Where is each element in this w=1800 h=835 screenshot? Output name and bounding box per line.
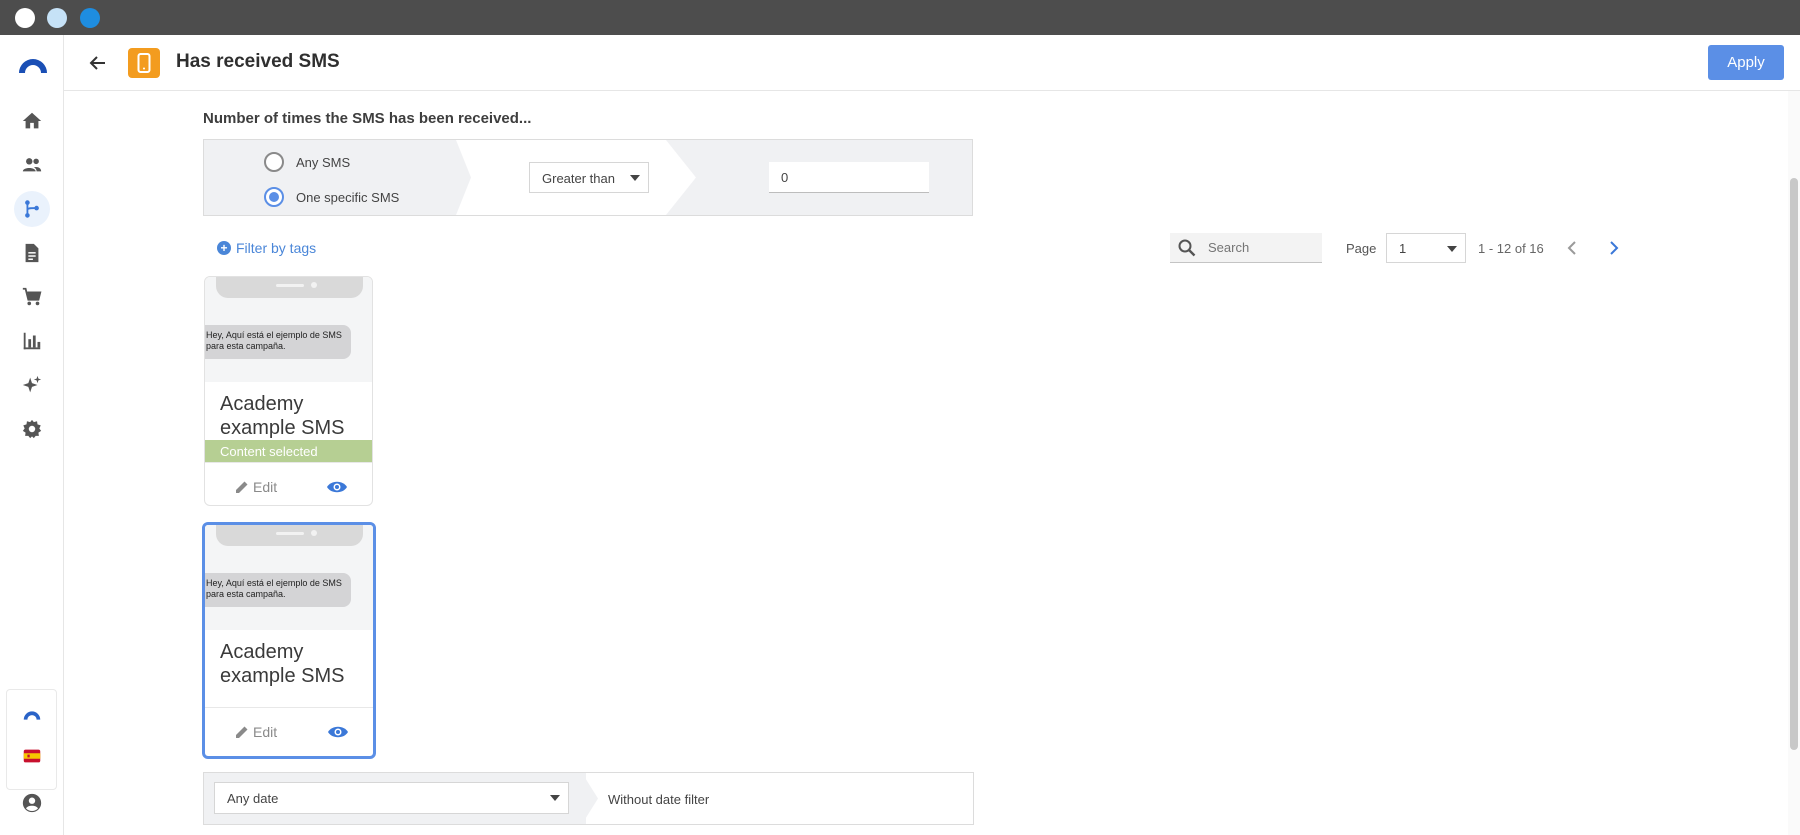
comparator-select[interactable]: Greater than <box>529 162 649 193</box>
previous-page-button[interactable] <box>1561 237 1583 259</box>
window-titlebar <box>0 0 1800 35</box>
search-icon <box>1178 239 1196 256</box>
pencil-icon <box>236 726 248 738</box>
nav-account[interactable] <box>14 785 50 821</box>
page-select-value: 1 <box>1399 241 1407 256</box>
nav-ecommerce[interactable] <box>14 279 50 315</box>
sms-bubble: Hey, Aquí está el ejemplo de SMS para es… <box>205 325 351 359</box>
left-nav <box>0 35 64 835</box>
edit-button[interactable]: Edit <box>235 724 277 740</box>
sms-bubble: Hey, Aquí está el ejemplo de SMS para es… <box>205 573 351 607</box>
phone-notch <box>216 277 363 298</box>
spain-flag-icon <box>23 749 41 763</box>
card-footer: Edit <box>205 707 373 756</box>
radio-any-sms[interactable]: Any SMS <box>264 152 350 172</box>
sms-type-badge <box>128 48 160 78</box>
scrollbar-thumb[interactable] <box>1790 178 1798 750</box>
radio-one-specific-sms[interactable]: One specific SMS <box>264 187 399 207</box>
ai-sparkle-icon <box>22 375 42 393</box>
bubble-text: Hey, Aquí está el ejemplo de SMS <box>206 330 342 340</box>
home-icon <box>22 112 42 129</box>
pencil-icon <box>236 481 248 493</box>
edit-label: Edit <box>253 479 278 495</box>
sms-card-selected[interactable]: Hey, Aquí está el ejemplo de SMS para es… <box>202 522 376 759</box>
nav-language[interactable] <box>14 738 50 774</box>
date-filter-panel: Any date Without date filter <box>203 772 974 825</box>
date-filter-description: Without date filter <box>608 792 710 807</box>
automation-icon <box>25 200 39 218</box>
condition-panel: Any SMS One specific SMS Greater than <box>203 139 973 216</box>
chevron-right-icon <box>1610 241 1619 255</box>
filter-by-tags-label: Filter by tags <box>236 240 317 256</box>
nav-contacts[interactable] <box>14 147 50 183</box>
reports-icon <box>23 332 41 350</box>
eye-icon[interactable] <box>327 725 349 739</box>
radio-label: One specific SMS <box>296 189 400 205</box>
apply-button[interactable]: Apply <box>1708 45 1784 80</box>
radio-button[interactable] <box>264 187 284 207</box>
nav-content[interactable] <box>14 235 50 271</box>
radio-label: Any SMS <box>296 154 351 170</box>
nav-reports[interactable] <box>14 323 50 359</box>
page-range: 1 - 12 of 16 <box>1478 241 1544 256</box>
arrow-left-icon <box>89 56 105 70</box>
ecommerce-icon <box>22 287 42 306</box>
comparator-value: Greater than <box>542 171 615 186</box>
page-title: Has received SMS <box>176 51 340 72</box>
account-circle-icon <box>22 793 42 813</box>
caret-down-icon <box>550 795 560 801</box>
mobile-phone-icon <box>137 53 151 73</box>
window-close-button[interactable] <box>15 8 35 28</box>
section-label: Number of times the SMS has been receive… <box>203 110 532 127</box>
content-icon <box>25 243 39 263</box>
back-button[interactable] <box>84 49 112 77</box>
bubble-text: para esta campaña. <box>206 589 286 599</box>
plus-circle-icon: + <box>217 241 231 255</box>
bubble-text: para esta campaña. <box>206 341 286 351</box>
search-input[interactable] <box>1208 240 1308 255</box>
date-filter-value: Any date <box>227 791 279 806</box>
next-page-button[interactable] <box>1603 237 1625 259</box>
edit-button[interactable]: Edit <box>235 479 277 495</box>
nav-automation[interactable] <box>14 191 50 227</box>
nav-home[interactable] <box>14 103 50 139</box>
caret-down-icon <box>630 175 640 181</box>
count-input[interactable] <box>769 162 929 193</box>
caret-down-icon <box>1447 246 1457 252</box>
step-chevron <box>582 773 598 824</box>
chevron-left-icon <box>1567 241 1576 255</box>
radio-button[interactable] <box>264 152 284 172</box>
filter-by-tags-button[interactable]: + Filter by tags <box>217 240 316 256</box>
nav-brand-switch[interactable] <box>14 698 50 734</box>
contacts-icon <box>22 158 42 172</box>
brand-logo-icon[interactable] <box>17 55 49 75</box>
nav-settings[interactable] <box>14 411 50 447</box>
brand-mini-logo-icon <box>23 711 41 720</box>
sms-preview: Hey, Aquí está el ejemplo de SMS para es… <box>205 277 372 382</box>
window-minimize-button[interactable] <box>47 8 67 28</box>
card-title: Academy example SMS <box>220 641 345 687</box>
sms-card[interactable]: Hey, Aquí está el ejemplo de SMS para es… <box>204 276 373 506</box>
page-label: Page <box>1346 241 1377 256</box>
content-selected-badge: Content selected <box>205 440 372 462</box>
edit-label: Edit <box>253 724 278 740</box>
window-maximize-button[interactable] <box>80 8 100 28</box>
step-chevron <box>666 140 696 215</box>
page-select[interactable]: 1 <box>1386 233 1466 263</box>
sms-preview: Hey, Aquí está el ejemplo de SMS para es… <box>205 525 373 630</box>
card-title: Academy example SMS <box>220 393 345 439</box>
date-filter-select[interactable]: Any date <box>214 782 569 814</box>
phone-notch <box>216 525 363 546</box>
search-field[interactable] <box>1170 233 1322 263</box>
eye-icon[interactable] <box>326 480 348 494</box>
nav-ai[interactable] <box>14 367 50 403</box>
bubble-text: Hey, Aquí está el ejemplo de SMS <box>206 578 342 588</box>
page-header: Has received SMS Apply <box>64 35 1800 91</box>
gear-icon <box>22 419 42 439</box>
card-footer: Edit <box>205 462 372 505</box>
